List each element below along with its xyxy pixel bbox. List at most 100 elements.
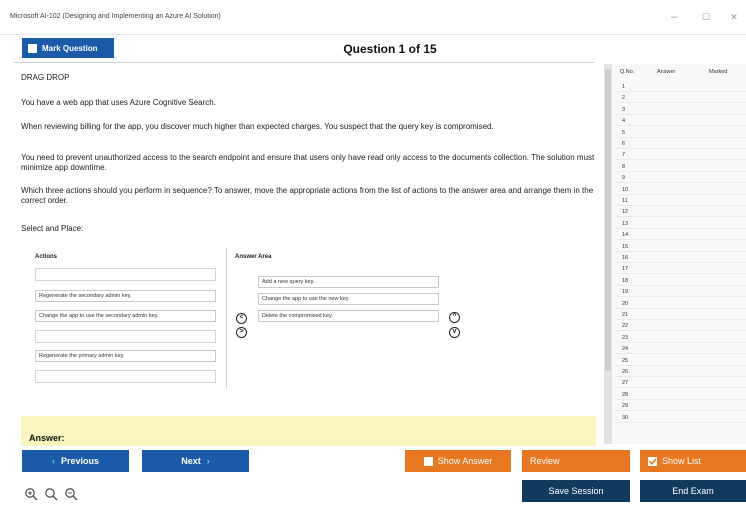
- list-row[interactable]: 5: [614, 130, 746, 138]
- move-right-button[interactable]: >: [236, 327, 247, 338]
- review-label: Review: [530, 456, 560, 466]
- list-row-number: 2: [622, 95, 626, 102]
- answer-item[interactable]: Delete the compromised key.: [258, 310, 439, 322]
- question-title: Question 1 of 15: [343, 42, 437, 56]
- list-row[interactable]: 14: [614, 232, 746, 241]
- list-row[interactable]: 18: [614, 278, 746, 286]
- show-answer-label: Show Answer: [437, 456, 493, 466]
- move-down-button[interactable]: v: [449, 327, 460, 338]
- question-paragraph-3: You need to prevent unauthorized access …: [21, 153, 595, 172]
- scrollbar-thumb[interactable]: [605, 70, 611, 370]
- list-header-answer: Answer: [657, 69, 676, 75]
- list-row-number: 7: [622, 152, 626, 159]
- save-session-button[interactable]: Save Session: [522, 480, 630, 502]
- list-row[interactable]: 6: [614, 141, 746, 149]
- list-row[interactable]: 10: [614, 187, 746, 195]
- zoom-in-icon[interactable]: [24, 487, 38, 501]
- list-row-number: 13: [622, 220, 629, 227]
- checkbox-icon: [28, 43, 37, 53]
- list-row[interactable]: 1: [614, 84, 746, 92]
- list-row[interactable]: 25: [614, 358, 746, 366]
- list-row[interactable]: 21: [614, 312, 746, 320]
- list-row-number: 17: [622, 266, 629, 273]
- end-exam-button[interactable]: End Exam: [640, 480, 746, 502]
- list-row-number: 8: [622, 163, 626, 170]
- list-row[interactable]: 29: [614, 403, 746, 412]
- question-type: DRAG DROP: [21, 73, 70, 82]
- move-left-button[interactable]: <: [236, 313, 247, 324]
- list-header-qno: Q.No.: [620, 69, 635, 75]
- list-row[interactable]: 16: [614, 255, 746, 263]
- list-row[interactable]: 17: [614, 266, 746, 275]
- chevron-right-icon: ›: [206, 456, 210, 466]
- answer-item[interactable]: Change the app to use the new key.: [258, 293, 439, 305]
- list-row-number: 18: [622, 277, 629, 284]
- list-row-number: 27: [622, 380, 629, 387]
- action-slot-empty: [35, 268, 216, 281]
- minimize-button[interactable]: –: [666, 9, 682, 25]
- list-row-number: 23: [622, 334, 629, 341]
- list-row[interactable]: 23: [614, 335, 746, 343]
- review-button[interactable]: Review: [522, 450, 630, 472]
- zoom-reset-icon[interactable]: [44, 487, 58, 501]
- list-row-number: 26: [622, 369, 629, 375]
- checkbox-icon: [423, 456, 433, 466]
- list-row-number: 20: [622, 300, 629, 307]
- action-item[interactable]: Change the app to use the secondary admi…: [35, 310, 216, 322]
- action-item[interactable]: Regenerate the primary admin key.: [35, 350, 216, 362]
- list-row[interactable]: 15: [614, 244, 746, 252]
- list-row[interactable]: 2: [614, 95, 746, 104]
- answer-area-header: Answer Area: [235, 254, 272, 260]
- list-row[interactable]: 3: [614, 107, 746, 115]
- answer-section: [21, 416, 596, 446]
- list-row-number: 3: [622, 106, 626, 113]
- mark-question-button[interactable]: Mark Question: [22, 38, 114, 58]
- list-row-number: 21: [622, 312, 629, 318]
- question-paragraph-1: You have a web app that uses Azure Cogni…: [21, 98, 216, 107]
- list-row[interactable]: 9: [614, 175, 746, 184]
- list-row[interactable]: 19: [614, 289, 746, 298]
- list-row-number: 9: [622, 175, 626, 182]
- list-row[interactable]: 24: [614, 346, 746, 355]
- answer-item[interactable]: Add a new query key.: [258, 276, 439, 288]
- end-exam-label: End Exam: [672, 486, 714, 496]
- chevron-left-icon: ‹: [51, 456, 55, 466]
- list-row[interactable]: 26: [614, 369, 746, 377]
- close-button[interactable]: ✕: [726, 9, 742, 25]
- list-row[interactable]: 13: [614, 221, 746, 229]
- window-title: Microsoft AI-102 (Designing and Implemen…: [10, 13, 221, 20]
- list-row-number: 15: [622, 243, 629, 250]
- list-row-number: 19: [622, 289, 629, 296]
- list-row-number: 4: [622, 118, 626, 125]
- list-row[interactable]: 28: [614, 392, 746, 400]
- list-header-marked: Marked: [709, 69, 728, 75]
- list-row[interactable]: 22: [614, 323, 746, 332]
- action-item[interactable]: Regenerate the secondary admin key.: [35, 290, 216, 302]
- list-row[interactable]: 7: [614, 152, 746, 161]
- list-row-number: 22: [622, 323, 629, 330]
- maximize-button[interactable]: ☐: [698, 9, 714, 25]
- next-label: Next: [181, 456, 201, 466]
- list-row-number: 30: [622, 414, 629, 421]
- show-list-label: Show List: [662, 456, 702, 466]
- list-row-number: 14: [622, 232, 629, 239]
- show-list-button[interactable]: Show List: [640, 450, 746, 472]
- header-divider: [14, 62, 594, 63]
- zoom-out-icon[interactable]: [64, 487, 78, 501]
- list-row-number: 10: [622, 186, 629, 193]
- list-row[interactable]: 4: [614, 118, 746, 127]
- list-row[interactable]: 27: [614, 380, 746, 389]
- list-row[interactable]: 11: [614, 198, 746, 206]
- show-answer-button[interactable]: Show Answer: [405, 450, 511, 472]
- list-row-number: 28: [622, 391, 629, 398]
- action-slot-empty: [35, 330, 216, 343]
- previous-button[interactable]: ‹ Previous: [22, 450, 129, 472]
- list-row[interactable]: 12: [614, 209, 746, 218]
- list-row-number: 5: [622, 129, 626, 136]
- list-row[interactable]: 30: [614, 415, 746, 423]
- list-row-number: 6: [622, 141, 626, 147]
- next-button[interactable]: Next ›: [142, 450, 249, 472]
- list-row[interactable]: 8: [614, 164, 746, 172]
- move-up-button[interactable]: ^: [449, 312, 460, 323]
- list-row[interactable]: 20: [614, 301, 746, 309]
